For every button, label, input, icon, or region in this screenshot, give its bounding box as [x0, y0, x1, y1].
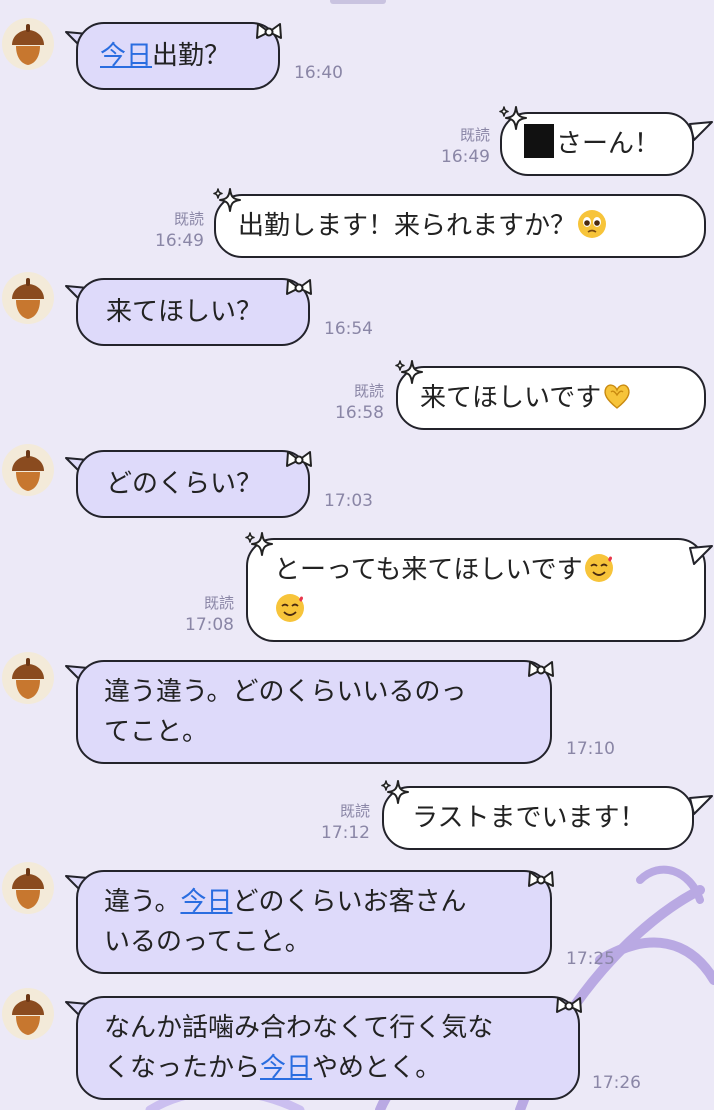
sparkle-icon	[498, 104, 528, 132]
ribbon-icon	[254, 18, 284, 46]
avatar[interactable]	[2, 862, 54, 914]
message-meta: 既読 16:49	[441, 126, 490, 167]
message-bubble[interactable]: 今日出勤？	[76, 22, 280, 90]
bubble-tail	[689, 795, 713, 815]
message-time: 17:10	[566, 739, 615, 759]
avatar[interactable]	[2, 444, 54, 496]
message-bubble[interactable]: ラストまでいます！	[382, 786, 694, 850]
acorn-icon	[2, 444, 54, 496]
message-time: 17:25	[566, 949, 615, 969]
acorn-icon	[2, 862, 54, 914]
ribbon-icon	[526, 656, 556, 684]
sparkle-icon	[212, 186, 242, 214]
message-text: どのくらい？	[106, 469, 263, 499]
message-text: どのくらいお客さん	[232, 887, 467, 917]
sparkle-icon	[394, 358, 424, 386]
message-bubble[interactable]: とーっても来てほしいです	[246, 538, 706, 642]
sparkle-icon	[244, 530, 274, 558]
message-text: さーん！	[556, 129, 661, 159]
message-bubble[interactable]: 来てほしい？	[76, 278, 310, 346]
ribbon-icon	[554, 992, 584, 1020]
sparkle-icon	[380, 778, 410, 806]
acorn-icon	[2, 18, 54, 70]
message-text: 違う違う。どのくらいいるのっ	[104, 677, 467, 707]
acorn-icon	[2, 272, 54, 324]
message-text: くなったから	[104, 1053, 261, 1083]
message-meta: 既読 16:49	[155, 210, 204, 251]
avatar[interactable]	[2, 652, 54, 704]
message-time: 16:54	[324, 319, 373, 339]
smiling-face-with-hearts-emoji	[274, 592, 306, 624]
message-text: とーっても来てほしいです	[274, 555, 583, 585]
message-bubble[interactable]: 来てほしいです	[396, 366, 706, 430]
message-time: 16:40	[294, 63, 343, 83]
message-time: 17:03	[324, 491, 373, 511]
ribbon-icon	[284, 446, 314, 474]
bubble-tail	[689, 121, 713, 141]
message-bubble[interactable]: なんか話噛み合わなくて行く気な くなったから今日やめとく。	[76, 996, 580, 1100]
today-link[interactable]: 今日	[260, 1053, 312, 1083]
message-bubble[interactable]: 出勤します！来られますか？	[214, 194, 706, 258]
message-text: てこと。	[104, 717, 209, 747]
message-text: ラストまでいます！	[412, 803, 646, 833]
message-text: なんか話噛み合わなくて行く気な	[104, 1013, 494, 1043]
message-text: 来てほしいです	[420, 383, 602, 413]
message-text: 来てほしい？	[106, 297, 263, 327]
avatar[interactable]	[2, 18, 54, 70]
message-bubble[interactable]: どのくらい？	[76, 450, 310, 518]
message-meta: 既読 17:08	[185, 594, 234, 635]
pleading-face-emoji	[576, 208, 608, 240]
acorn-icon	[2, 652, 54, 704]
message-bubble[interactable]: 違う。今日どのくらいお客さんいるのってこと。	[76, 870, 552, 974]
today-link[interactable]: 今日	[180, 887, 232, 917]
avatar[interactable]	[2, 988, 54, 1040]
message-text: いるのってこと。	[104, 927, 311, 957]
message-bubble[interactable]: 違う違う。どのくらいいるのっ てこと。	[76, 660, 552, 764]
acorn-icon	[2, 988, 54, 1040]
message-text: 出勤します！来られますか？	[238, 211, 577, 241]
message-text: やめとく。	[312, 1053, 442, 1083]
today-link[interactable]: 今日	[100, 41, 152, 71]
bubble-tail	[689, 545, 713, 565]
message-text: 違う。	[104, 887, 181, 917]
message-text: 出勤？	[152, 41, 231, 71]
heart-hands-emoji	[604, 384, 630, 409]
ribbon-icon	[284, 274, 314, 302]
ribbon-icon	[526, 866, 556, 894]
message-meta: 既読 16:58	[335, 382, 384, 423]
message-bubble[interactable]: さーん！	[500, 112, 694, 176]
smiling-face-with-hearts-emoji	[583, 552, 615, 584]
avatar[interactable]	[2, 272, 54, 324]
message-meta: 既読 17:12	[321, 802, 370, 843]
redacted-name	[524, 124, 554, 158]
top-handle	[330, 0, 386, 4]
message-time: 17:26	[592, 1073, 641, 1093]
